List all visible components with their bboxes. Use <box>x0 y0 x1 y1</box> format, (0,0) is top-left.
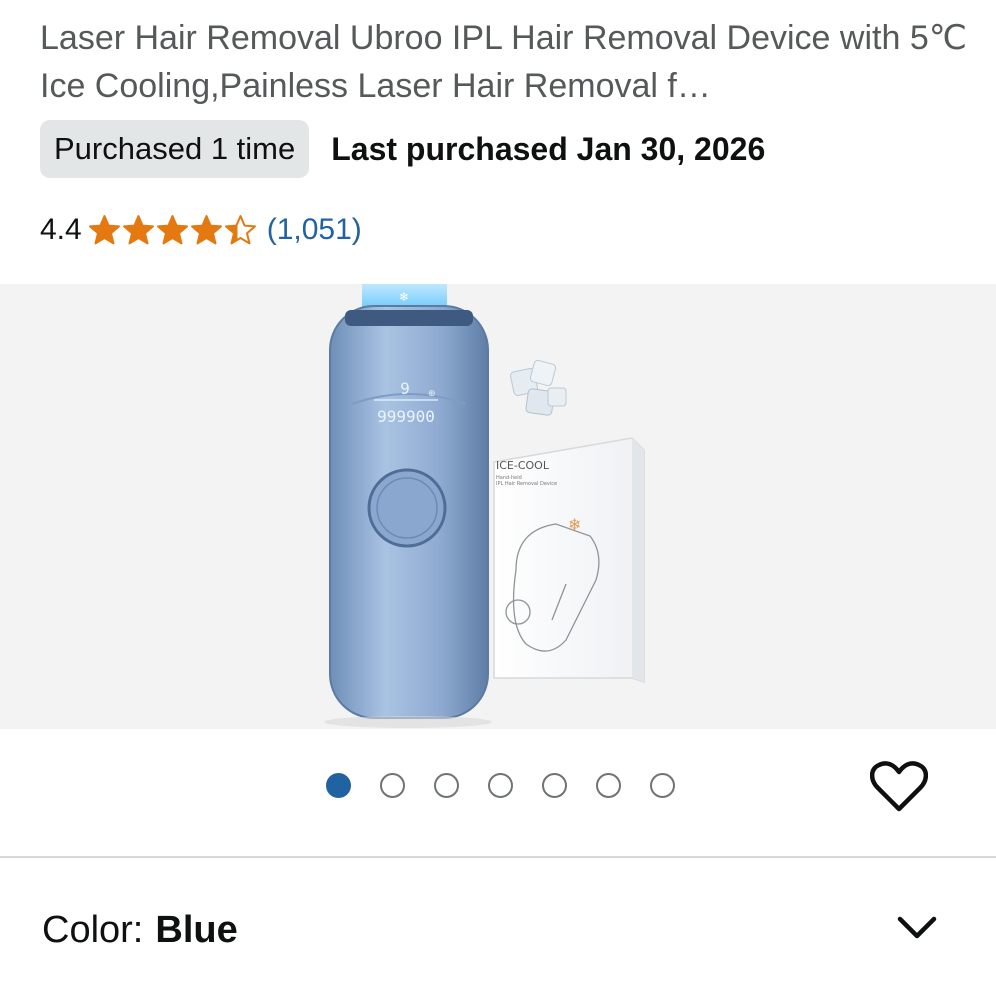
pagination-dot[interactable] <box>326 773 351 798</box>
review-count-link[interactable]: (1,051) <box>267 213 362 247</box>
product-image: ❄ 9 ⊛ 999900 ICE-COOL Hand-held IPL Hair… <box>324 284 645 728</box>
device-level-readout: 9 <box>400 379 410 398</box>
last-purchased-date: Last purchased Jan 30, 2026 <box>331 130 766 167</box>
chevron-down-icon[interactable] <box>895 912 939 946</box>
pagination-dot[interactable] <box>650 773 675 798</box>
star-rating <box>88 214 257 247</box>
box-brand-text: ICE-COOL <box>496 459 550 472</box>
color-label: Color: <box>42 908 144 951</box>
star-full-icon <box>190 214 222 244</box>
section-divider <box>0 856 996 858</box>
star-half-icon <box>224 214 256 244</box>
pagination-dot[interactable] <box>488 773 513 798</box>
color-variation-selector[interactable]: Color: Blue <box>42 900 238 960</box>
pagination-dot[interactable] <box>434 773 459 798</box>
color-value: Blue <box>155 908 238 951</box>
purchased-count-badge: Purchased 1 time <box>40 120 310 178</box>
rating-summary[interactable]: 4.4 (1,051) <box>40 208 362 252</box>
rating-value: 4.4 <box>40 213 82 246</box>
pagination-dot[interactable] <box>542 773 567 798</box>
svg-text:⊛: ⊛ <box>428 389 436 399</box>
pagination-dot[interactable] <box>596 773 621 798</box>
device-flash-readout: 999900 <box>377 407 435 426</box>
product-image-gallery[interactable]: ❄ 9 ⊛ 999900 ICE-COOL Hand-held IPL Hair… <box>0 284 996 729</box>
purchase-history: Purchased 1 time Last purchased Jan 30, … <box>40 120 765 178</box>
star-full-icon <box>156 214 188 244</box>
pagination-dot[interactable] <box>380 773 405 798</box>
product-title[interactable]: Laser Hair Removal Ubroo IPL Hair Remova… <box>40 14 970 110</box>
star-full-icon <box>88 214 120 244</box>
heart-icon[interactable] <box>870 760 928 814</box>
star-full-icon <box>122 214 154 244</box>
svg-text:❄: ❄ <box>399 290 409 304</box>
box-subtitle-text: IPL Hair Removal Device <box>496 481 557 487</box>
image-pagination[interactable] <box>326 773 675 798</box>
